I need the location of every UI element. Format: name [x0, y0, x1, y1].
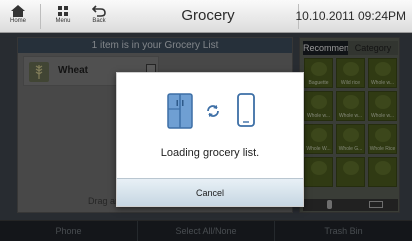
- menu-label: Menu: [55, 18, 71, 24]
- menu-button[interactable]: Menu: [48, 2, 78, 31]
- home-icon: [11, 5, 25, 17]
- home-label: Home: [9, 18, 26, 24]
- menu-grid-icon: [58, 6, 68, 16]
- back-button[interactable]: Back: [84, 2, 114, 31]
- page-title: Grocery: [181, 7, 235, 24]
- back-arrow-icon: [92, 5, 106, 17]
- sync-icon: [207, 105, 219, 117]
- top-bar: Home Menu Back Grocery 10.10.2011 09:24P…: [0, 0, 412, 33]
- back-label: Back: [92, 18, 106, 24]
- home-button[interactable]: Home: [3, 2, 33, 31]
- date-time: 10.10.2011 09:24PM: [295, 9, 406, 23]
- divider: [40, 4, 41, 29]
- cancel-button[interactable]: Cancel: [117, 178, 303, 206]
- smartphone-icon: [237, 93, 255, 127]
- loading-message: Loading grocery list.: [160, 147, 260, 159]
- sync-illustration: [117, 93, 303, 133]
- fridge-icon: [167, 93, 193, 129]
- loading-dialog: Loading grocery list. Cancel: [116, 72, 304, 207]
